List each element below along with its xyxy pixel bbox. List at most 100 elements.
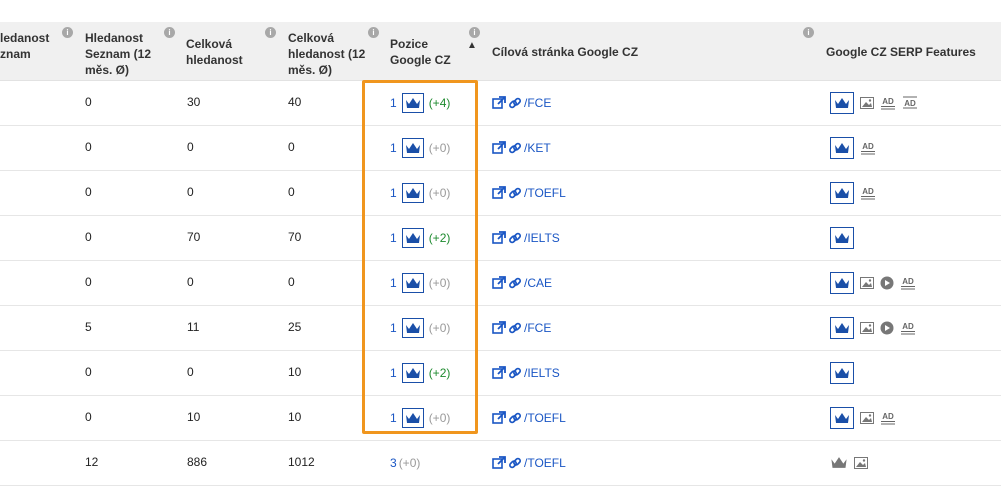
ad-bottom-icon: AD	[880, 410, 896, 425]
header-target-page[interactable]: Cílová stránka Google CZ	[492, 44, 638, 60]
seznam-volume-cell: 0	[85, 275, 92, 289]
info-icon[interactable]: i	[803, 27, 814, 38]
link-chain-icon[interactable]	[508, 411, 522, 425]
header-google-position[interactable]: Pozice Google CZ	[390, 36, 470, 68]
featured-snippet-crown-icon	[830, 361, 854, 384]
svg-text:AD: AD	[862, 187, 874, 196]
total-volume-12m-cell: 70	[288, 230, 302, 244]
total-volume-12m-cell: 1012	[288, 455, 315, 469]
featured-snippet-crown-icon	[401, 272, 424, 293]
position-cell: 3 (+0)	[390, 440, 420, 485]
position-cell: 1 (+0)	[390, 395, 450, 440]
header-total-volume-12m[interactable]: Celková hledanost (12 měs. Ø)	[288, 30, 370, 78]
position-value[interactable]: 1	[390, 96, 397, 110]
external-link-icon[interactable]	[492, 275, 506, 290]
featured-snippet-crown-icon	[401, 182, 424, 203]
featured-snippet-crown-icon	[830, 181, 854, 204]
position-change: (+0)	[428, 185, 451, 200]
image-pack-icon	[860, 96, 874, 109]
info-icon[interactable]: i	[265, 27, 276, 38]
featured-snippet-crown-icon	[401, 362, 424, 383]
link-chain-icon[interactable]	[508, 231, 522, 245]
link-chain-icon[interactable]	[508, 456, 522, 470]
header-total-volume[interactable]: Celková hledanost	[186, 36, 256, 68]
info-icon[interactable]: i	[62, 27, 73, 38]
table-row: 0 0 0 1 (+0) /CAE AD	[0, 260, 1001, 306]
position-value[interactable]: 1	[390, 321, 397, 335]
table-row: 0 0 0 1 (+0) /KET AD	[0, 125, 1001, 171]
svg-text:AD: AD	[882, 97, 894, 106]
image-pack-icon	[860, 411, 874, 424]
target-page-cell: /KET	[492, 125, 551, 170]
position-value[interactable]: 3	[390, 456, 397, 470]
serp-features-cell	[830, 350, 854, 395]
svg-text:AD: AD	[862, 142, 874, 151]
position-value[interactable]: 1	[390, 366, 397, 380]
external-link-icon[interactable]	[492, 455, 506, 470]
ad-bottom-icon: AD	[860, 185, 876, 200]
image-pack-icon	[860, 321, 874, 334]
position-change: (+0)	[428, 320, 451, 335]
target-page-link[interactable]: /CAE	[524, 276, 552, 290]
position-value[interactable]: 1	[390, 141, 397, 155]
position-change: (+0)	[398, 455, 421, 470]
external-link-icon[interactable]	[492, 140, 506, 155]
target-page-link[interactable]: /IELTS	[524, 231, 560, 245]
target-page-link[interactable]: /FCE	[524, 321, 551, 335]
position-value[interactable]: 1	[390, 186, 397, 200]
link-chain-icon[interactable]	[508, 366, 522, 380]
external-link-icon[interactable]	[492, 365, 506, 380]
target-page-link[interactable]: /TOEFL	[524, 186, 566, 200]
featured-snippet-crown-icon	[830, 136, 854, 159]
target-page-cell: /CAE	[492, 260, 552, 305]
position-cell: 1 (+2)	[390, 350, 450, 395]
seznam-volume-cell: 0	[85, 410, 92, 424]
position-cell: 1 (+0)	[390, 170, 450, 215]
total-volume-cell: 0	[187, 365, 194, 379]
target-page-link[interactable]: /KET	[524, 141, 551, 155]
video-icon	[880, 321, 894, 335]
link-chain-icon[interactable]	[508, 186, 522, 200]
info-icon[interactable]: i	[164, 27, 175, 38]
featured-snippet-crown-icon	[830, 91, 854, 114]
position-value[interactable]: 1	[390, 411, 397, 425]
external-link-icon[interactable]	[492, 95, 506, 110]
target-page-link[interactable]: /TOEFL	[524, 456, 566, 470]
svg-text:AD: AD	[902, 322, 914, 331]
seznam-volume-cell: 0	[85, 140, 92, 154]
total-volume-cell: 0	[187, 185, 194, 199]
sort-ascending-icon[interactable]: ▲	[467, 36, 477, 54]
table-row: 0 30 40 1 (+4) /FCE AD AD	[0, 80, 1001, 126]
target-page-link[interactable]: /IELTS	[524, 366, 560, 380]
info-icon[interactable]: i	[368, 27, 379, 38]
position-value[interactable]: 1	[390, 231, 397, 245]
header-seznam-volume[interactable]: Hledanost Seznam (12 měs. Ø)	[85, 30, 165, 78]
link-chain-icon[interactable]	[508, 141, 522, 155]
external-link-icon[interactable]	[492, 320, 506, 335]
serp-features-cell: AD AD	[830, 80, 918, 125]
target-page-link[interactable]: /FCE	[524, 96, 551, 110]
header-serp-features[interactable]: Google CZ SERP Features	[826, 44, 976, 60]
seznam-volume-cell: 0	[85, 365, 92, 379]
featured-snippet-crown-icon	[401, 407, 424, 428]
position-change: (+4)	[428, 95, 451, 110]
external-link-icon[interactable]	[492, 185, 506, 200]
target-page-cell: /IELTS	[492, 350, 560, 395]
external-link-icon[interactable]	[492, 230, 506, 245]
link-chain-icon[interactable]	[508, 276, 522, 290]
position-value[interactable]: 1	[390, 276, 397, 290]
target-page-link[interactable]: /TOEFL	[524, 411, 566, 425]
target-page-cell: /FCE	[492, 305, 551, 350]
ad-bottom-icon: AD	[900, 320, 916, 335]
featured-snippet-crown-icon	[401, 317, 424, 338]
serp-features-cell: AD	[830, 125, 876, 170]
link-chain-icon[interactable]	[508, 96, 522, 110]
featured-snippet-crown-icon	[830, 316, 854, 339]
external-link-icon[interactable]	[492, 410, 506, 425]
featured-snippet-crown-icon	[401, 137, 424, 158]
position-change: (+2)	[428, 365, 451, 380]
table-row: 0 0 10 1 (+2) /IELTS	[0, 350, 1001, 396]
svg-text:AD: AD	[902, 277, 914, 286]
link-chain-icon[interactable]	[508, 321, 522, 335]
serp-features-cell	[830, 440, 868, 485]
